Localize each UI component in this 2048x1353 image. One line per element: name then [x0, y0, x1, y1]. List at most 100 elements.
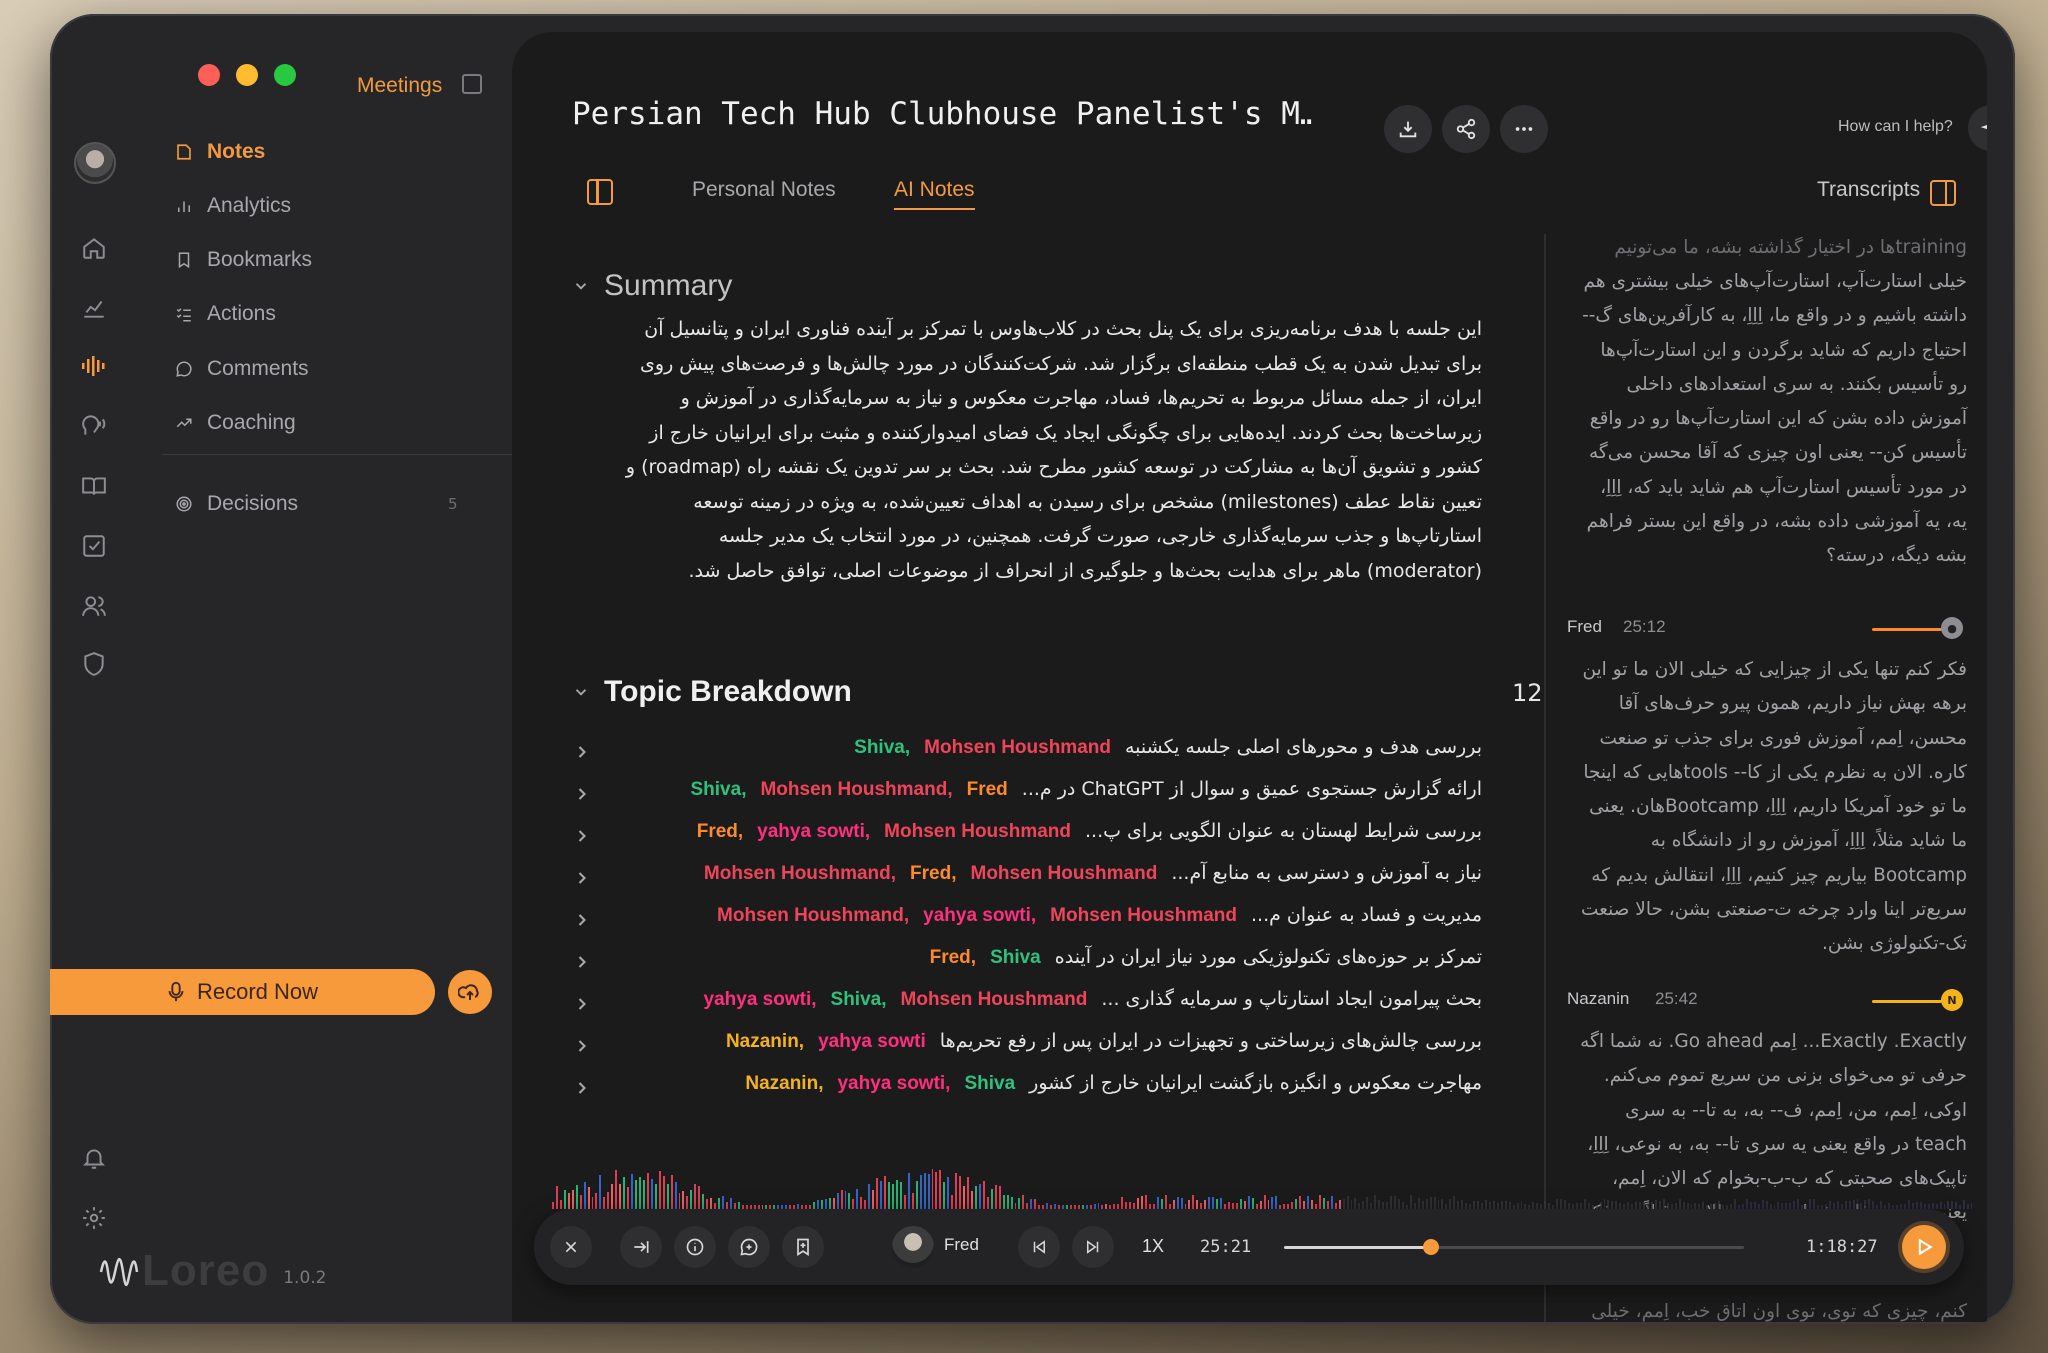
topic-row[interactable]: تمرکز بر حوزه‌های تکنولوژیکی مورد نیاز ا… [572, 946, 1482, 980]
nav-item-coaching[interactable]: Coaching [175, 408, 296, 438]
add-bookmark-button[interactable] [782, 1226, 824, 1268]
library-book-icon[interactable] [78, 470, 110, 502]
nav-item-notes[interactable]: Notes [175, 137, 265, 167]
waveform-bar [1401, 1202, 1404, 1209]
speaker-avatar: ● [1941, 617, 1963, 639]
waveform-bar [1263, 1195, 1266, 1209]
next-segment-button[interactable] [1072, 1226, 1114, 1268]
jump-to-button[interactable] [620, 1226, 662, 1268]
people-icon[interactable] [78, 590, 110, 622]
waveform-bar [563, 1190, 566, 1209]
topic-row[interactable]: بررسی چالش‌های زیرساختی و تجهیزات در ایر… [572, 1030, 1482, 1064]
arrow-to-line-icon [631, 1237, 651, 1257]
more-options-button[interactable] [1500, 105, 1548, 153]
tab-personal-notes[interactable]: Personal Notes [692, 178, 836, 202]
ai-notes-content: Summary این جلسه با هدف برنامه‌ریزی برای… [572, 242, 1572, 1202]
waveform-bar [1204, 1200, 1207, 1209]
nav-item-actions[interactable]: Actions [175, 299, 276, 329]
user-avatar[interactable] [74, 142, 116, 184]
waveform-bar [848, 1193, 851, 1209]
topic-row[interactable]: بحث پیرامون ایجاد استارتاپ و سرمایه گذار… [572, 988, 1482, 1022]
transcript-timestamp[interactable]: 25:12 [1623, 617, 1666, 637]
voice-coach-icon[interactable] [78, 410, 110, 442]
waveform-bar [706, 1199, 709, 1209]
meetings-waveform-icon[interactable] [78, 350, 110, 382]
tab-ai-notes[interactable]: AI Notes [894, 178, 975, 210]
waveform-bar [654, 1184, 657, 1209]
gear-icon[interactable] [78, 1202, 110, 1234]
waveform-bar [1144, 1195, 1147, 1209]
bookmark-plus-icon [793, 1237, 813, 1257]
share-button[interactable] [1442, 105, 1490, 153]
analytics-icon[interactable] [78, 292, 110, 324]
transcript-entry-header: Fred 25:12 ● [1567, 617, 1977, 641]
transcript-timestamp[interactable]: 25:42 [1655, 989, 1698, 1009]
waveform-bar [1761, 1200, 1764, 1209]
record-now-button[interactable]: Record Now [50, 969, 435, 1015]
close-player-button[interactable] [550, 1226, 592, 1268]
playback-speed[interactable]: 1X [1142, 1236, 1164, 1257]
waveform-bar [737, 1202, 740, 1209]
nav-item-label: Analytics [207, 194, 292, 217]
maximize-window-button[interactable] [274, 64, 296, 86]
waveform-bar [721, 1196, 724, 1209]
topic-line: ارائه گزارش جستجوی عمیق و سوال از ChatGP… [691, 778, 1483, 801]
waveform-bar [1022, 1195, 1025, 1209]
waveform-bar [1733, 1199, 1736, 1209]
ai-assistant-button[interactable] [1968, 105, 1987, 151]
waveform-bar [599, 1175, 602, 1209]
topic-row[interactable]: بررسی هدف و محورهای اصلی جلسه یکشنبه Shiv… [572, 736, 1482, 770]
waveform-bar [1141, 1196, 1143, 1209]
bell-icon[interactable] [78, 1142, 110, 1174]
current-time: 25:21 [1200, 1237, 1252, 1257]
topic-row[interactable]: نیاز به آموزش و دسترسی به منابع آم... Moh… [572, 862, 1482, 896]
home-icon[interactable] [78, 232, 110, 264]
upload-button[interactable] [448, 970, 492, 1014]
chevron-right-icon [572, 868, 592, 888]
nav-item-analytics[interactable]: Analytics [175, 191, 291, 221]
waveform-bar [638, 1177, 641, 1209]
topic-text: مدیریت و فساد به عنوان م... [1251, 904, 1482, 926]
download-button[interactable] [1384, 105, 1432, 153]
waveform-bar [1267, 1200, 1270, 1209]
tasks-checkbox-icon[interactable] [78, 530, 110, 562]
play-button[interactable] [1902, 1225, 1946, 1269]
waveform-bar [552, 1202, 554, 1209]
progress-knob[interactable] [1423, 1239, 1440, 1255]
tab-transcripts[interactable]: Transcripts [1817, 178, 1920, 202]
progress-slider[interactable] [1284, 1239, 1744, 1255]
topic-speaker: yahya sowti, [837, 1073, 951, 1094]
waveform-bar [1658, 1201, 1661, 1209]
previous-segment-button[interactable] [1018, 1226, 1060, 1268]
waveform-bar [1777, 1202, 1780, 1209]
nav-item-comments[interactable]: Comments [175, 354, 309, 384]
collapse-sidebar-icon[interactable] [462, 74, 482, 94]
summary-header[interactable]: Summary [572, 269, 732, 303]
waveform-bar [1836, 1201, 1839, 1209]
waveform-bar [974, 1186, 977, 1209]
waveform-bar [1212, 1197, 1215, 1209]
minimize-window-button[interactable] [236, 64, 258, 86]
waveform-bar [844, 1191, 847, 1209]
toggle-left-panel-icon[interactable] [587, 179, 613, 205]
microphone-icon [167, 981, 185, 1003]
info-button[interactable] [674, 1226, 716, 1268]
add-comment-button[interactable] [728, 1226, 770, 1268]
shield-icon[interactable] [78, 648, 110, 680]
close-window-button[interactable] [198, 64, 220, 86]
topic-row[interactable]: مهاجرت معکوس و انگیزه بازگشت ایرانیان خا… [572, 1072, 1482, 1106]
topic-row[interactable]: ارائه گزارش جستجوی عمیق و سوال از ChatGP… [572, 778, 1482, 812]
speaker-color-line [1872, 1000, 1942, 1003]
toggle-right-panel-icon[interactable] [1930, 180, 1956, 206]
audio-waveform[interactable] [552, 1167, 1972, 1209]
waveform-bar [1702, 1202, 1705, 1209]
ai-help-prompt[interactable]: How can I help? [1838, 118, 1953, 136]
nav-item-label: Actions [207, 302, 276, 325]
nav-item-bookmarks[interactable]: Bookmarks [175, 245, 312, 275]
topic-row[interactable]: مدیریت و فساد به عنوان م... Mohsen Houshm… [572, 904, 1482, 938]
transcript-text: فکر کنم تنها یکی از چیزایی که خیلی الان … [1581, 659, 1967, 955]
topic-row[interactable]: بررسی شرایط لهستان به عنوان الگویی برای … [572, 820, 1482, 854]
topic-breakdown-header[interactable]: Topic Breakdown [572, 675, 852, 709]
nav-item-decisions[interactable]: Decisions [175, 489, 298, 519]
trend-icon [175, 414, 193, 432]
